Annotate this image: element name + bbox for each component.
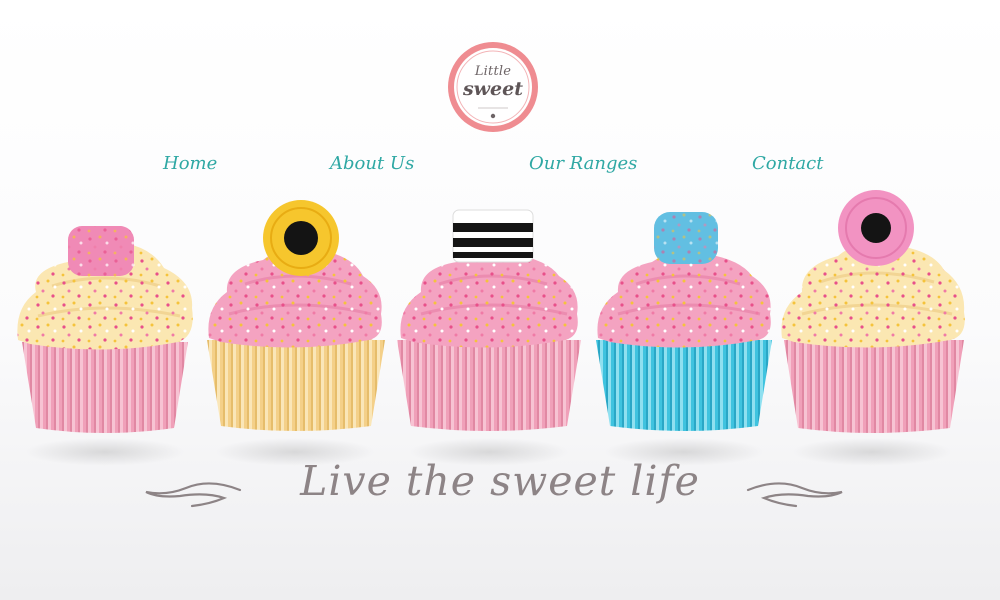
cupcake-image-4 xyxy=(592,190,782,470)
nav-about-us[interactable]: About Us xyxy=(330,153,414,174)
cupcake-image-1 xyxy=(8,190,198,470)
nav-home[interactable]: Home xyxy=(163,153,217,174)
left-flourish-icon xyxy=(145,482,242,508)
cupcake-image-3 xyxy=(395,190,585,470)
right-flourish-icon xyxy=(746,482,843,508)
yellow-licorice-wheel-icon xyxy=(263,200,339,276)
logo-line-sweet: sweet xyxy=(462,78,523,100)
nav-our-ranges[interactable]: Our Ranges xyxy=(529,153,637,174)
brand-logo[interactable]: Little sweet xyxy=(446,40,540,134)
licorice-allsort-icon xyxy=(452,209,534,263)
hero-tagline: Live the sweet life xyxy=(300,457,700,505)
nav-contact[interactable]: Contact xyxy=(752,153,823,174)
cupcake-image-5 xyxy=(780,190,970,470)
cupcake-image-2 xyxy=(201,190,391,470)
logo-line-little: Little xyxy=(474,64,512,79)
pink-licorice-wheel-icon xyxy=(838,190,914,266)
